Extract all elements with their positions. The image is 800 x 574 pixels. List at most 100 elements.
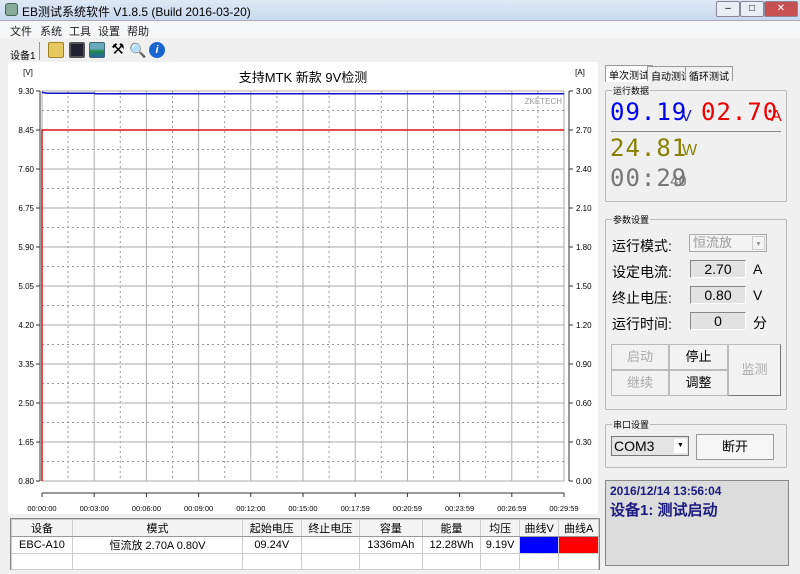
title-bar: EB测试系统软件 V1.8.5 (Build 2016-03-20) – □ ✕	[0, 0, 800, 21]
disconnect-button[interactable]: 断开	[696, 434, 774, 460]
image-icon[interactable]	[89, 42, 105, 58]
current-unit-label: A	[753, 261, 763, 277]
chevron-down-icon: ▼	[674, 439, 687, 453]
table-cell: 恒流放 2.70A 0.80V	[71, 536, 243, 554]
x-tick-label: 00:17:59	[341, 504, 370, 513]
mode-select[interactable]: 恒流放 ▼	[689, 234, 767, 252]
time-label: 运行时间:	[612, 316, 672, 332]
column-header: 模式	[71, 519, 243, 537]
com-port-value: COM3	[614, 438, 655, 454]
tab-single-test[interactable]: 单次测试	[605, 65, 653, 82]
table-row[interactable]: EBC-A10 恒流放 2.70A 0.80V 09.24V 1336mAh 12.28…	[11, 536, 599, 554]
y2-tick-label: 3.00	[576, 87, 592, 96]
column-header: 曲线A	[558, 519, 599, 537]
cutoff-label: 终止电压:	[612, 290, 672, 306]
params-legend: 参数设置	[613, 215, 650, 225]
serial-legend: 串口设置	[613, 420, 650, 430]
start-button[interactable]: 启动	[611, 344, 669, 370]
results-table: 设备 模式 起始电压 终止电压 容量 能量 均压 曲线V 曲线A EBC-A10 恒流放 2.70…	[10, 518, 600, 570]
run-data-legend: 运行数据	[613, 86, 650, 96]
voltage-unit: V	[681, 108, 692, 125]
device-tab[interactable]: 设备1	[10, 47, 36, 62]
menu-help[interactable]: 帮助	[127, 23, 149, 39]
table-cell: 12.28Wh	[421, 536, 482, 554]
window-title: EB测试系统软件 V1.8.5 (Build 2016-03-20)	[22, 5, 251, 19]
close-button[interactable]: ✕	[764, 1, 798, 17]
divider	[611, 131, 781, 132]
y2-axis-label: [A]	[575, 68, 585, 77]
open-folder-icon[interactable]	[48, 42, 64, 58]
y-tick-label: 6.75	[18, 204, 34, 213]
com-port-select[interactable]: COM3 ▼	[611, 436, 689, 456]
x-tick-label: 00:03:00	[80, 504, 109, 513]
info-icon[interactable]: i	[149, 42, 165, 58]
status-panel: 2016/12/14 13:56:04 设备1: 测试启动	[605, 480, 789, 566]
y2-tick-label: 0.00	[576, 477, 592, 486]
y-axis-label: [V]	[23, 68, 33, 77]
y2-tick-label: 0.30	[576, 438, 592, 447]
table-cell	[518, 536, 560, 554]
continue-button[interactable]: 继续	[611, 370, 669, 396]
maximize-button[interactable]: □	[740, 1, 764, 17]
menu-settings[interactable]: 设置	[98, 23, 120, 39]
table-cell	[558, 536, 599, 554]
x-tick-label: 00:20:59	[393, 504, 422, 513]
current-field[interactable]: 2.70	[690, 260, 746, 278]
cutoff-unit-label: V	[753, 287, 763, 303]
menu-bar: 文件 系统 工具 设置 帮助	[0, 21, 800, 38]
current-readout: 02.70	[701, 98, 779, 126]
search-icon[interactable]: 🔍	[129, 42, 146, 58]
elapsed-seconds: 40	[670, 174, 687, 190]
y-tick-label: 5.90	[18, 243, 34, 252]
y2-tick-label: 1.80	[576, 243, 592, 252]
x-tick-label: 00:00:00	[27, 504, 56, 513]
run-time-field[interactable]: 0	[690, 312, 746, 330]
y-tick-label: 7.60	[18, 165, 34, 174]
y-tick-label: 0.80	[18, 477, 34, 486]
y-tick-label: 5.05	[18, 282, 34, 291]
monitor-button[interactable]: 监测	[728, 344, 781, 396]
menu-file[interactable]: 文件	[10, 23, 32, 39]
column-header: 终止电压	[300, 519, 361, 537]
menu-system[interactable]: 系统	[40, 23, 62, 39]
status-datetime: 2016/12/14 13:56:04	[610, 484, 722, 498]
y2-tick-label: 1.20	[576, 321, 592, 330]
table-cell: 09.24V	[241, 536, 302, 554]
x-tick-label: 00:26:59	[497, 504, 526, 513]
y-tick-label: 3.35	[18, 360, 34, 369]
x-tick-label: 00:29:59	[549, 504, 578, 513]
x-tick-label: 00:23:59	[445, 504, 474, 513]
column-header: 曲线V	[518, 519, 560, 537]
y2-tick-label: 2.10	[576, 204, 592, 213]
table-cell	[300, 536, 361, 554]
x-tick-label: 00:15:00	[288, 504, 317, 513]
chevron-down-icon: ▼	[752, 236, 765, 250]
tab-cycle-test[interactable]: 循环测试	[685, 66, 733, 83]
adjust-button[interactable]: 调整	[669, 370, 728, 396]
column-header: 均压	[480, 519, 520, 537]
voltage-readout: 09.19	[610, 98, 688, 126]
x-tick-label: 00:09:00	[184, 504, 213, 513]
table-cell: EBC-A10	[11, 536, 73, 554]
y2-tick-label: 2.70	[576, 126, 592, 135]
y-tick-label: 2.50	[18, 399, 34, 408]
power-unit: W	[682, 142, 698, 159]
voltage-current-chart: 9.30 8.45 7.60 6.75 5.90 5.05 4.20 3.35 2.50 1.65…	[18, 68, 592, 513]
mode-label: 运行模式:	[612, 238, 672, 254]
chart-title: 支持MTK 新款 9V检测	[239, 70, 368, 85]
cutoff-voltage-field[interactable]: 0.80	[690, 286, 746, 304]
y-tick-label: 9.30	[18, 87, 34, 96]
current-unit: A	[771, 108, 782, 125]
y-tick-label: 1.65	[18, 438, 34, 447]
stop-button[interactable]: 停止	[669, 344, 728, 370]
column-header: 能量	[421, 519, 482, 537]
time-unit-label: 分	[753, 315, 767, 331]
y-tick-label: 8.45	[18, 126, 34, 135]
menu-tools[interactable]: 工具	[69, 23, 91, 39]
minimize-button[interactable]: –	[716, 1, 740, 17]
table-row-empty	[11, 553, 599, 570]
mode-value: 恒流放	[693, 235, 733, 250]
save-icon[interactable]	[69, 42, 85, 58]
column-header: 设备	[11, 519, 73, 537]
tools-icon[interactable]: ⚒	[110, 42, 126, 58]
